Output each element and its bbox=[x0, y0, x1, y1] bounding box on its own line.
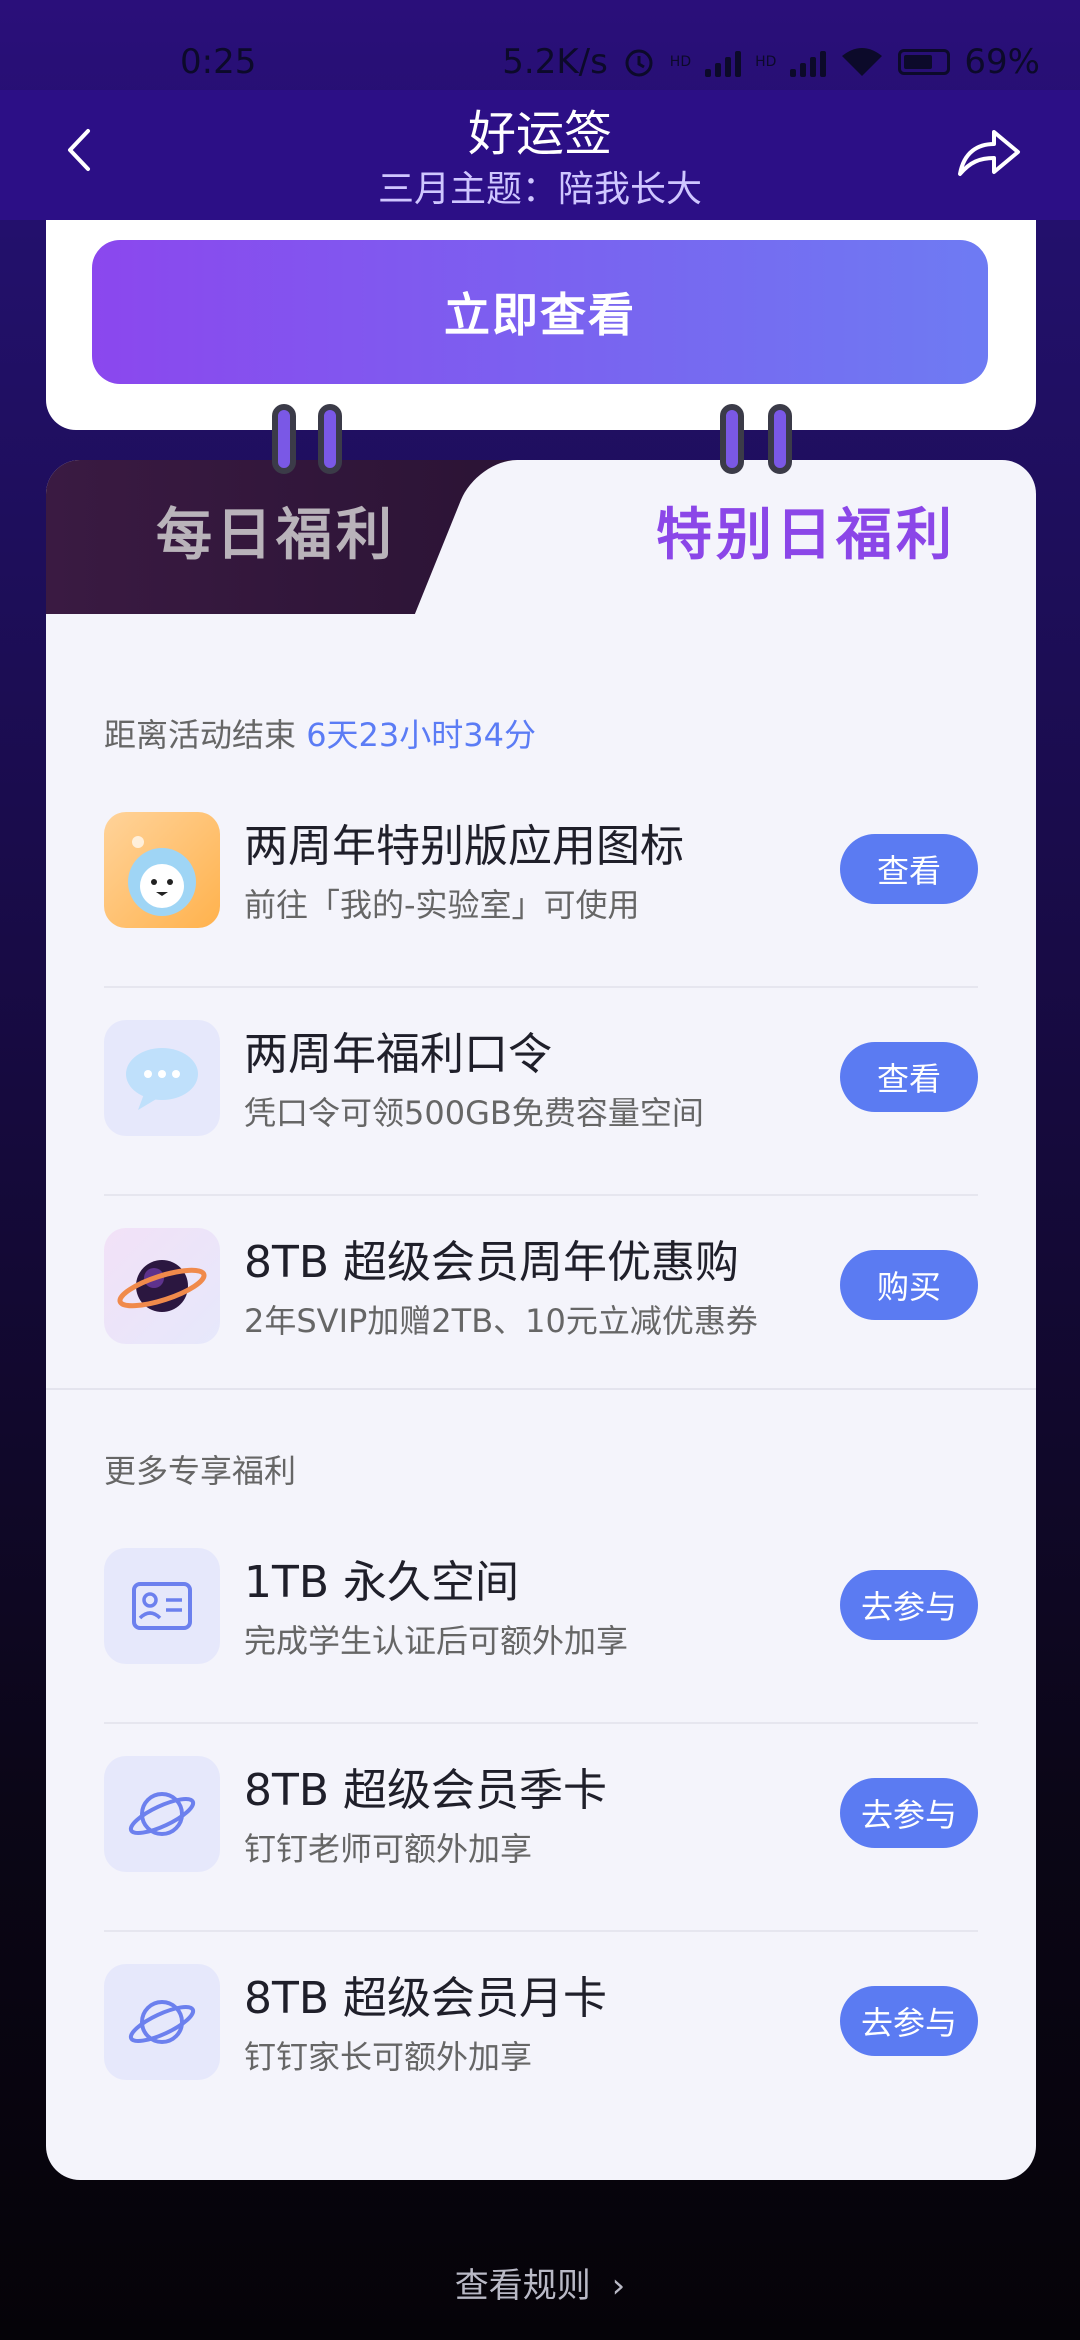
participate-button[interactable]: 去参与 bbox=[840, 1778, 978, 1848]
view-now-button[interactable]: 立即查看 bbox=[92, 240, 988, 384]
status-right: 5.2K/s HD HD 69% bbox=[502, 42, 1040, 82]
item-name: 8TB 超级会员月卡 bbox=[244, 1973, 608, 2024]
item-desc: 完成学生认证后可额外加享 bbox=[244, 1622, 629, 1660]
item-desc: 前往「我的-实验室」可使用 bbox=[244, 886, 640, 924]
battery-level: 69% bbox=[964, 42, 1040, 82]
id-card-icon bbox=[104, 1548, 220, 1664]
chat-bubble-icon bbox=[104, 1020, 220, 1136]
countdown-value: 6天23小时34分 bbox=[306, 716, 536, 754]
planet-icon bbox=[104, 1228, 220, 1344]
list-item: 8TB 超级会员季卡 钉钉老师可额外加享 去参与 bbox=[104, 1724, 978, 1932]
view-rules-link[interactable]: 查看规则 › bbox=[0, 2258, 1080, 2307]
item-desc: 钉钉老师可额外加享 bbox=[244, 1830, 533, 1868]
status-time: 0:25 bbox=[180, 42, 257, 82]
status-bar: 0:25 5.2K/s HD HD 69% bbox=[0, 0, 1080, 90]
list-item: 两周年福利口令 凭口令可领500GB免费容量空间 查看 bbox=[104, 988, 978, 1196]
network-speed: 5.2K/s bbox=[502, 42, 608, 82]
planet-outline-icon bbox=[104, 1756, 220, 1872]
countdown-label: 距离活动结束 bbox=[104, 716, 297, 754]
header: 好运签 三月主题：陪我长大 bbox=[0, 90, 1080, 220]
share-button[interactable] bbox=[954, 124, 1024, 180]
clip-decoration bbox=[720, 404, 744, 474]
more-benefits-label: 更多专享福利 bbox=[104, 1452, 297, 1490]
wifi-icon bbox=[842, 48, 883, 76]
list-item: 8TB 超级会员月卡 钉钉家长可额外加享 去参与 bbox=[104, 1932, 978, 2140]
view-button[interactable]: 查看 bbox=[840, 1042, 978, 1112]
chevron-right-icon: › bbox=[611, 2266, 626, 2306]
top-card: 立即查看 bbox=[46, 220, 1036, 430]
alarm-icon bbox=[625, 49, 653, 77]
benefits-card: 每日福利 特别日福利 距离活动结束 6天23小时34分 两周年特别版应用图标 前… bbox=[46, 460, 1036, 2180]
signal-icon-2 bbox=[790, 47, 827, 77]
tab-special-benefits[interactable]: 特别日福利 bbox=[606, 496, 1006, 576]
planet-outline-icon bbox=[104, 1964, 220, 2080]
participate-button[interactable]: 去参与 bbox=[840, 1570, 978, 1640]
item-name: 8TB 超级会员季卡 bbox=[244, 1765, 608, 1816]
hd-label-1: HD bbox=[669, 54, 692, 70]
clip-decoration bbox=[768, 404, 792, 474]
list-item: 两周年特别版应用图标 前往「我的-实验室」可使用 查看 bbox=[104, 780, 978, 988]
item-name: 1TB 永久空间 bbox=[244, 1557, 520, 1608]
buy-button[interactable]: 购买 bbox=[840, 1250, 978, 1320]
item-name: 两周年特别版应用图标 bbox=[244, 821, 684, 872]
list-item: 8TB 超级会员周年优惠购 2年SVIP加赠2TB、10元立减优惠券 购买 bbox=[104, 1196, 978, 1404]
item-name: 8TB 超级会员周年优惠购 bbox=[244, 1237, 740, 1288]
clip-decoration bbox=[318, 404, 342, 474]
app-icon-anniversary bbox=[104, 812, 220, 928]
item-desc: 凭口令可领500GB免费容量空间 bbox=[244, 1094, 704, 1132]
battery-icon bbox=[898, 49, 951, 75]
view-rules-label: 查看规则 bbox=[454, 2266, 591, 2306]
item-name: 两周年福利口令 bbox=[244, 1029, 552, 1080]
section-divider bbox=[46, 1388, 1036, 1390]
item-desc: 2年SVIP加赠2TB、10元立减优惠券 bbox=[244, 1302, 758, 1340]
list-item: 1TB 永久空间 完成学生认证后可额外加享 去参与 bbox=[104, 1516, 978, 1724]
hd-label-2: HD bbox=[755, 54, 777, 70]
page-subtitle: 三月主题：陪我长大 bbox=[377, 169, 702, 210]
page-title: 好运签 bbox=[467, 106, 612, 162]
view-button[interactable]: 查看 bbox=[840, 834, 978, 904]
tab-daily-benefits[interactable]: 每日福利 bbox=[106, 496, 446, 576]
item-desc: 钉钉家长可额外加享 bbox=[244, 2038, 533, 2076]
clip-decoration bbox=[272, 404, 296, 474]
participate-button[interactable]: 去参与 bbox=[840, 1986, 978, 2056]
signal-icon-1 bbox=[705, 47, 742, 77]
countdown-row: 距离活动结束 6天23小时34分 bbox=[104, 710, 536, 756]
